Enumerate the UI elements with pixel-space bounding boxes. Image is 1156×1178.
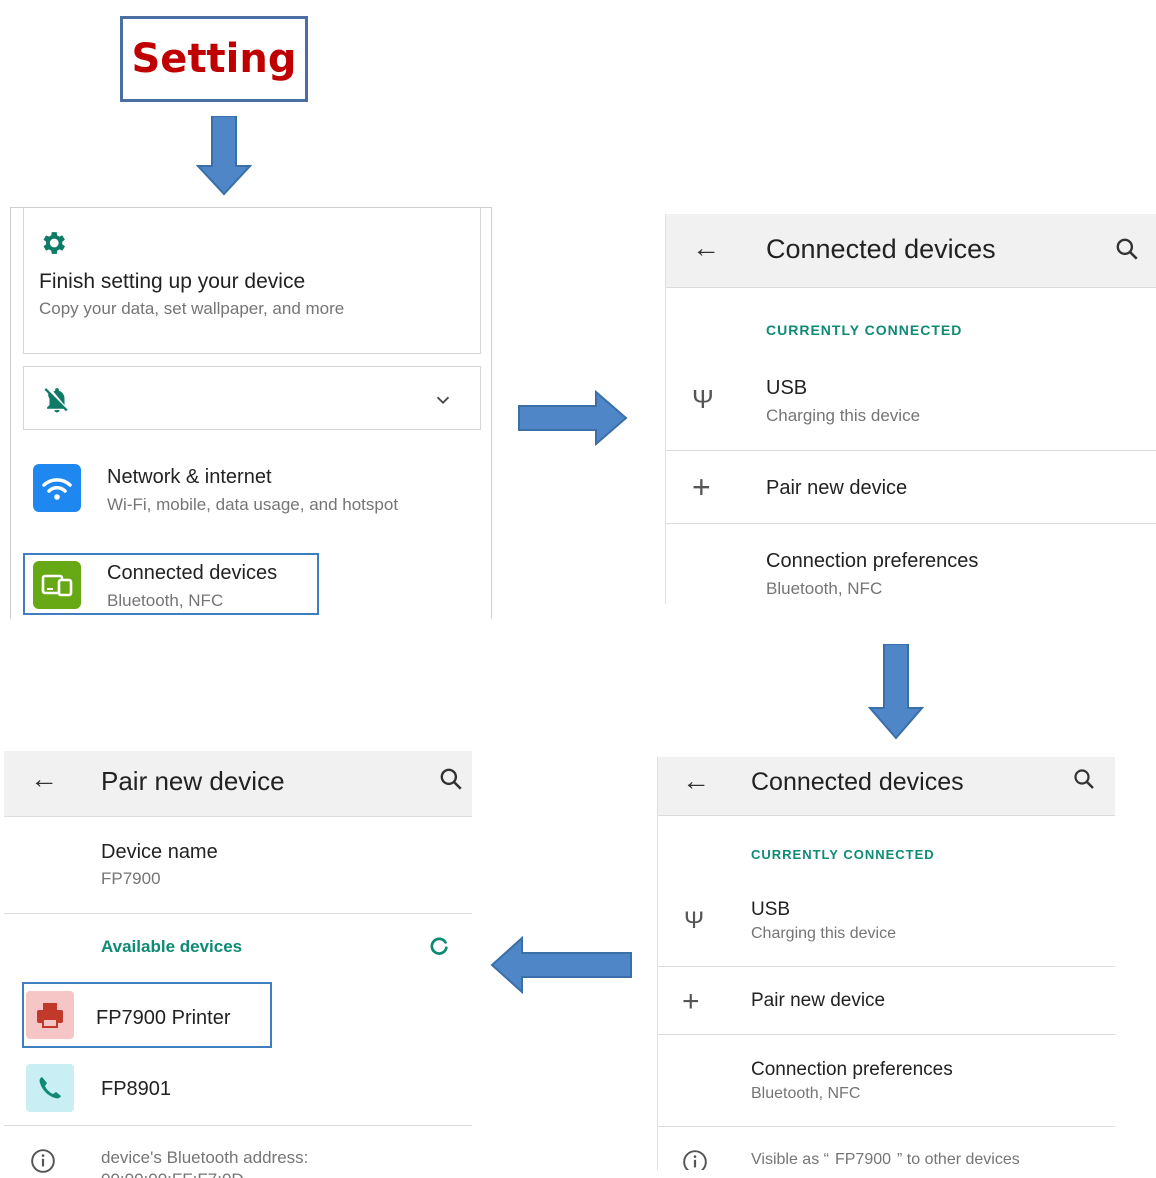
- bluetooth-address-value: 00:00:00:FF:F7:0D: [101, 1170, 244, 1178]
- top-app-bar: ← Pair new device: [4, 751, 472, 817]
- pair-new-device-panel: ← Pair new device Device name FP7900 Ava…: [4, 751, 472, 1178]
- info-icon: [30, 1148, 56, 1178]
- usb-subtitle: Charging this device: [766, 406, 921, 425]
- usb-subtitle: Charging this device: [751, 925, 896, 942]
- wifi-icon: [33, 464, 81, 517]
- currently-connected-label: CURRENTLY CONNECTED: [751, 847, 935, 862]
- top-app-bar: ← Connected devices: [658, 757, 1115, 816]
- search-icon[interactable]: [1114, 236, 1140, 267]
- connected-devices-panel-1: ← Connected devices CURRENTLY CONNECTED …: [665, 214, 1156, 604]
- connected-devices-highlight[interactable]: [23, 553, 319, 615]
- page-title: Connected devices: [766, 234, 996, 264]
- divider: [4, 1125, 472, 1126]
- search-icon[interactable]: [1072, 767, 1096, 796]
- arrow-down-2: [868, 644, 924, 740]
- available-devices-label: Available devices: [101, 937, 243, 956]
- visible-suffix: ” to other devices: [897, 1151, 1020, 1168]
- divider: [4, 913, 472, 914]
- usb-title[interactable]: USB: [766, 377, 807, 400]
- plus-icon: +: [692, 469, 711, 505]
- divider: [658, 1034, 1115, 1035]
- divider: [666, 523, 1156, 524]
- back-arrow-icon[interactable]: ←: [682, 765, 710, 797]
- pair-new-device-item[interactable]: Pair new device: [751, 990, 885, 1012]
- arrow-down-1: [196, 116, 252, 196]
- back-arrow-icon[interactable]: ←: [30, 763, 58, 795]
- device-fp8901[interactable]: FP8901: [101, 1078, 171, 1101]
- connection-preferences-subtitle: Bluetooth, NFC: [751, 1085, 861, 1102]
- divider: [658, 966, 1115, 967]
- gear-icon: [38, 228, 68, 263]
- notification-suggestion-row[interactable]: [23, 366, 481, 430]
- currently-connected-label: CURRENTLY CONNECTED: [766, 322, 963, 338]
- back-arrow-icon[interactable]: ←: [692, 232, 720, 264]
- arrow-right: [518, 390, 628, 446]
- arrow-left: [490, 936, 632, 994]
- page-title: Connected devices: [751, 768, 964, 796]
- bell-off-icon: [42, 385, 72, 420]
- plus-icon: +: [682, 985, 700, 1018]
- bluetooth-address-label: device's Bluetooth address:: [101, 1148, 309, 1167]
- connection-preferences-title[interactable]: Connection preferences: [766, 550, 978, 573]
- setting-title-box: Setting: [120, 16, 308, 102]
- usb-title[interactable]: USB: [751, 899, 790, 921]
- search-icon[interactable]: [438, 766, 464, 797]
- chevron-down-icon[interactable]: [432, 389, 454, 416]
- printer-highlight[interactable]: [22, 982, 272, 1048]
- usb-icon: Ψ: [684, 907, 705, 934]
- finish-setup-subtitle: Copy your data, set wallpaper, and more: [39, 299, 345, 318]
- settings-home-panel: Finish setting up your device Copy your …: [10, 207, 492, 619]
- network-internet-title[interactable]: Network & internet: [107, 466, 272, 489]
- setting-title: Setting: [131, 36, 297, 82]
- top-app-bar: ← Connected devices: [666, 214, 1156, 288]
- visible-device-name: FP7900: [834, 1151, 892, 1168]
- connection-preferences-title[interactable]: Connection preferences: [751, 1059, 953, 1081]
- visible-as-text: Visible as “ FP7900 ” to other devices: [751, 1151, 1020, 1169]
- device-name-label[interactable]: Device name: [101, 841, 218, 864]
- network-internet-subtitle: Wi-Fi, mobile, data usage, and hotspot: [107, 495, 399, 514]
- divider: [666, 450, 1156, 451]
- connected-devices-panel-2: ← Connected devices CURRENTLY CONNECTED …: [657, 757, 1115, 1170]
- divider: [658, 1126, 1115, 1127]
- finish-setup-card[interactable]: Finish setting up your device Copy your …: [23, 208, 481, 354]
- phone-icon: [26, 1064, 74, 1117]
- device-name-value: FP7900: [101, 869, 161, 888]
- pair-new-device-item[interactable]: Pair new device: [766, 477, 907, 500]
- connection-preferences-subtitle: Bluetooth, NFC: [766, 579, 883, 598]
- loading-spinner-icon: [428, 935, 450, 962]
- finish-setup-title: Finish setting up your device: [39, 270, 306, 293]
- info-icon: [682, 1149, 708, 1170]
- usb-icon: Ψ: [692, 384, 714, 414]
- visible-prefix: Visible as “: [751, 1151, 829, 1168]
- page-title: Pair new device: [101, 766, 285, 796]
